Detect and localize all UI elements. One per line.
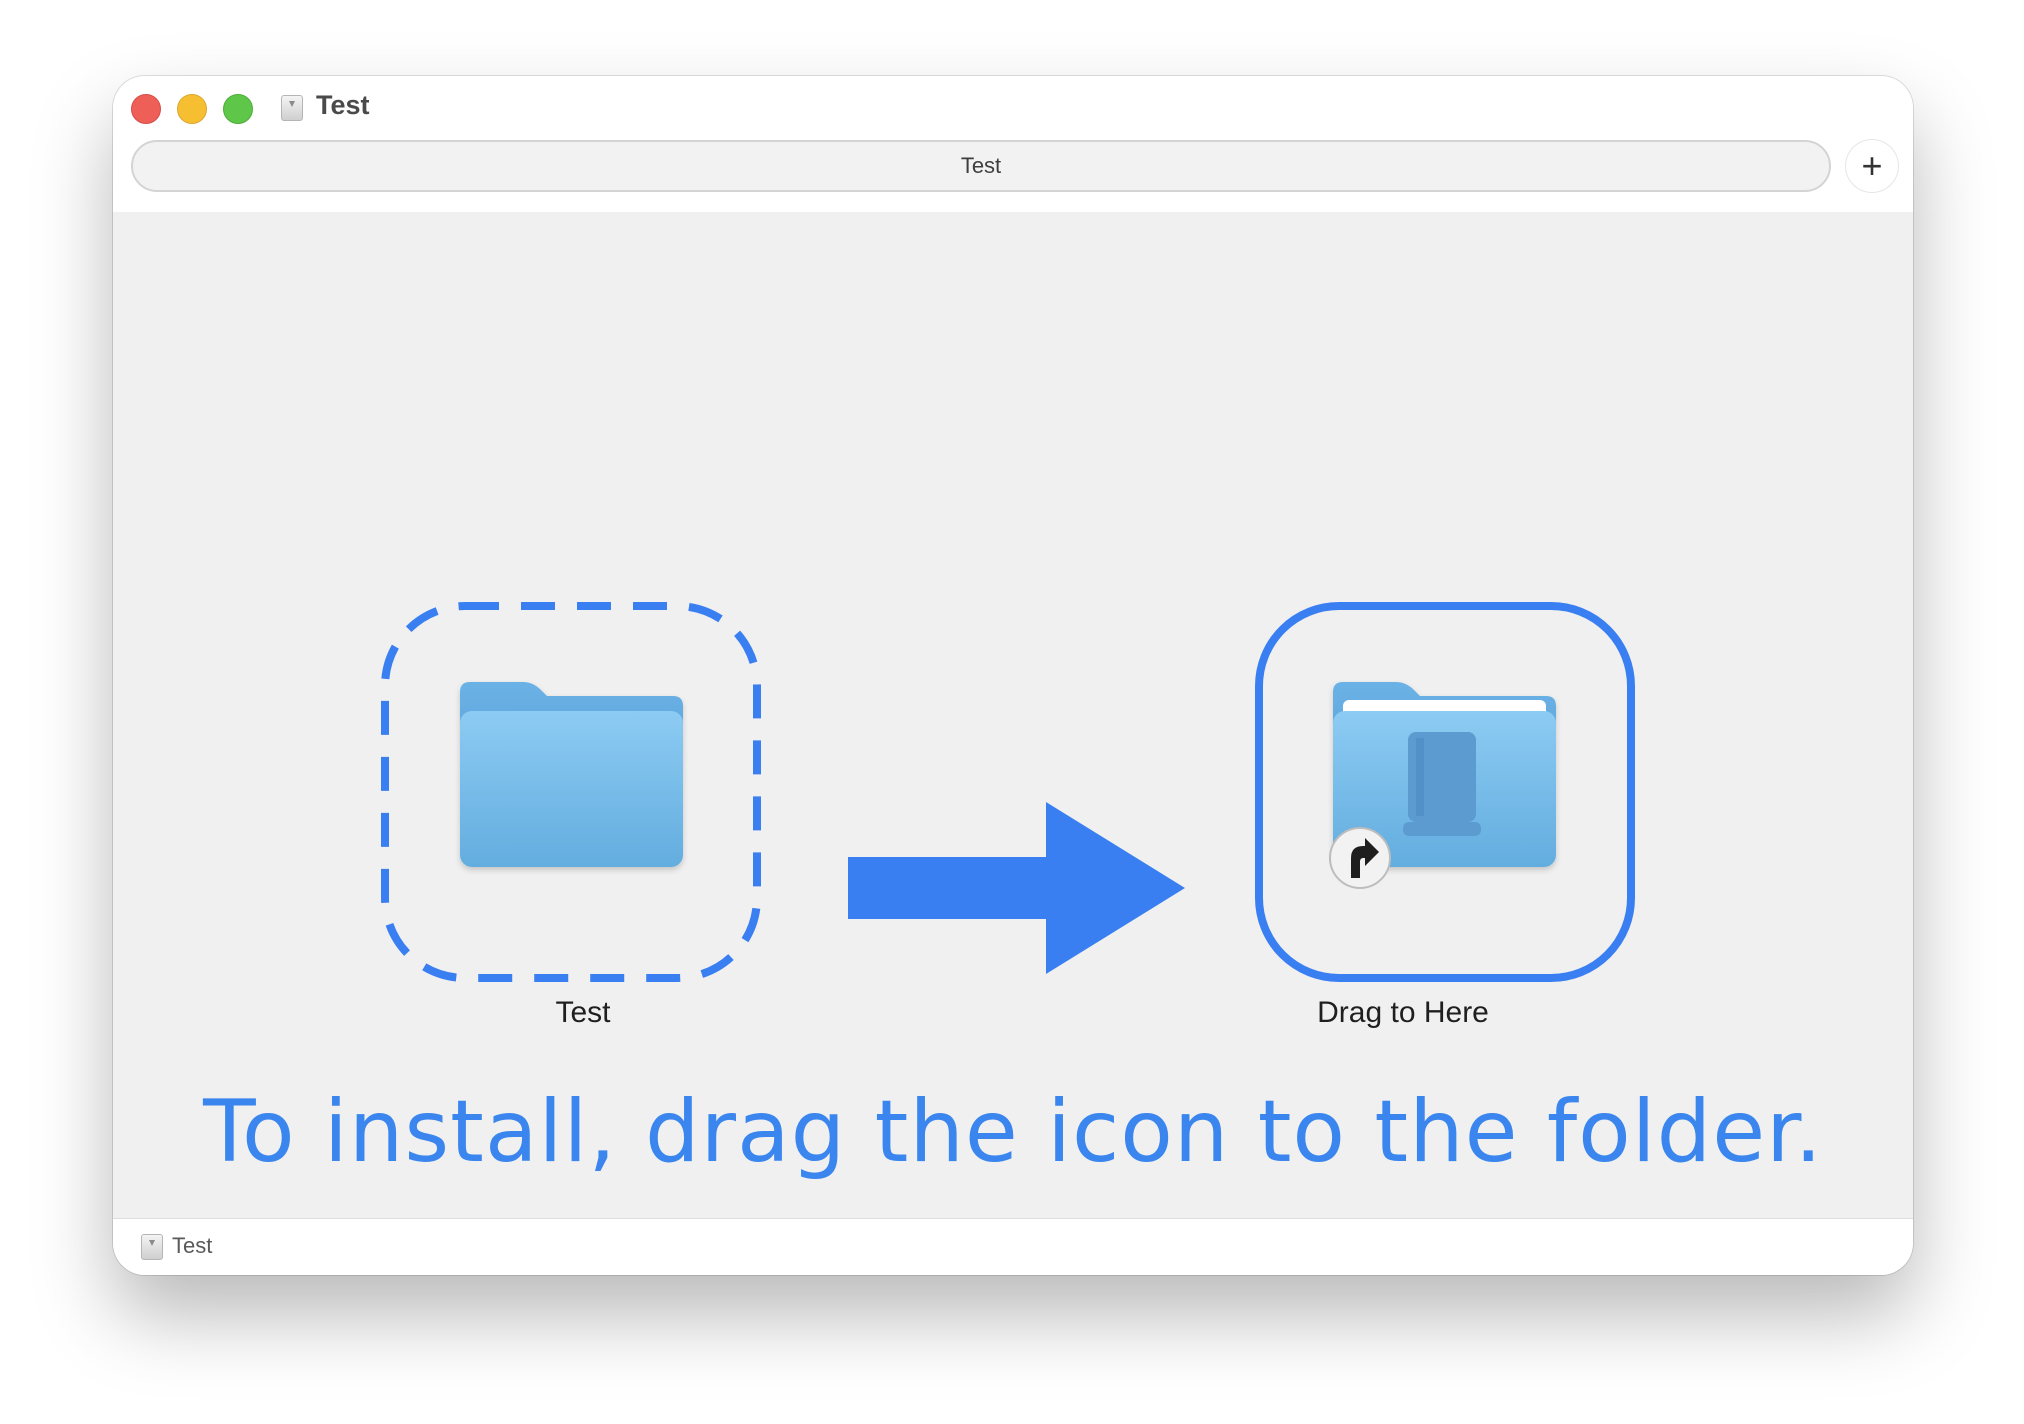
install-instruction: To install, drag the icon to the folder. [203, 1082, 1823, 1182]
disk-image-icon [281, 95, 303, 121]
plus-icon: + [1861, 145, 1883, 186]
disk-image-icon [141, 1234, 163, 1260]
path-bar-label[interactable]: Test [172, 1233, 212, 1259]
window-title: Test [316, 90, 370, 120]
close-button[interactable] [131, 94, 161, 124]
source-item-label: Test [555, 996, 611, 1029]
tab-label: Test [960, 153, 1002, 178]
target-item-label: Drag to Here [1317, 996, 1489, 1029]
window-toolbar: Test Test + [113, 76, 1913, 212]
window-content: Test Drag to Here To install, drag the i… [113, 212, 1913, 1219]
tab-test[interactable]: Test [131, 140, 1831, 192]
new-tab-button[interactable]: + [1846, 140, 1898, 192]
path-bar: Test [113, 1218, 1913, 1275]
install-background [381, 602, 1635, 982]
zoom-button[interactable] [223, 94, 253, 124]
minimize-button[interactable] [177, 94, 207, 124]
folder-icon[interactable] [460, 682, 683, 867]
book-icon [1403, 732, 1481, 836]
finder-window: Test Test + Test Drag to Here To install… [113, 76, 1913, 1275]
alias-arrow-icon [1329, 827, 1391, 889]
arrow-right-icon [848, 802, 1185, 974]
